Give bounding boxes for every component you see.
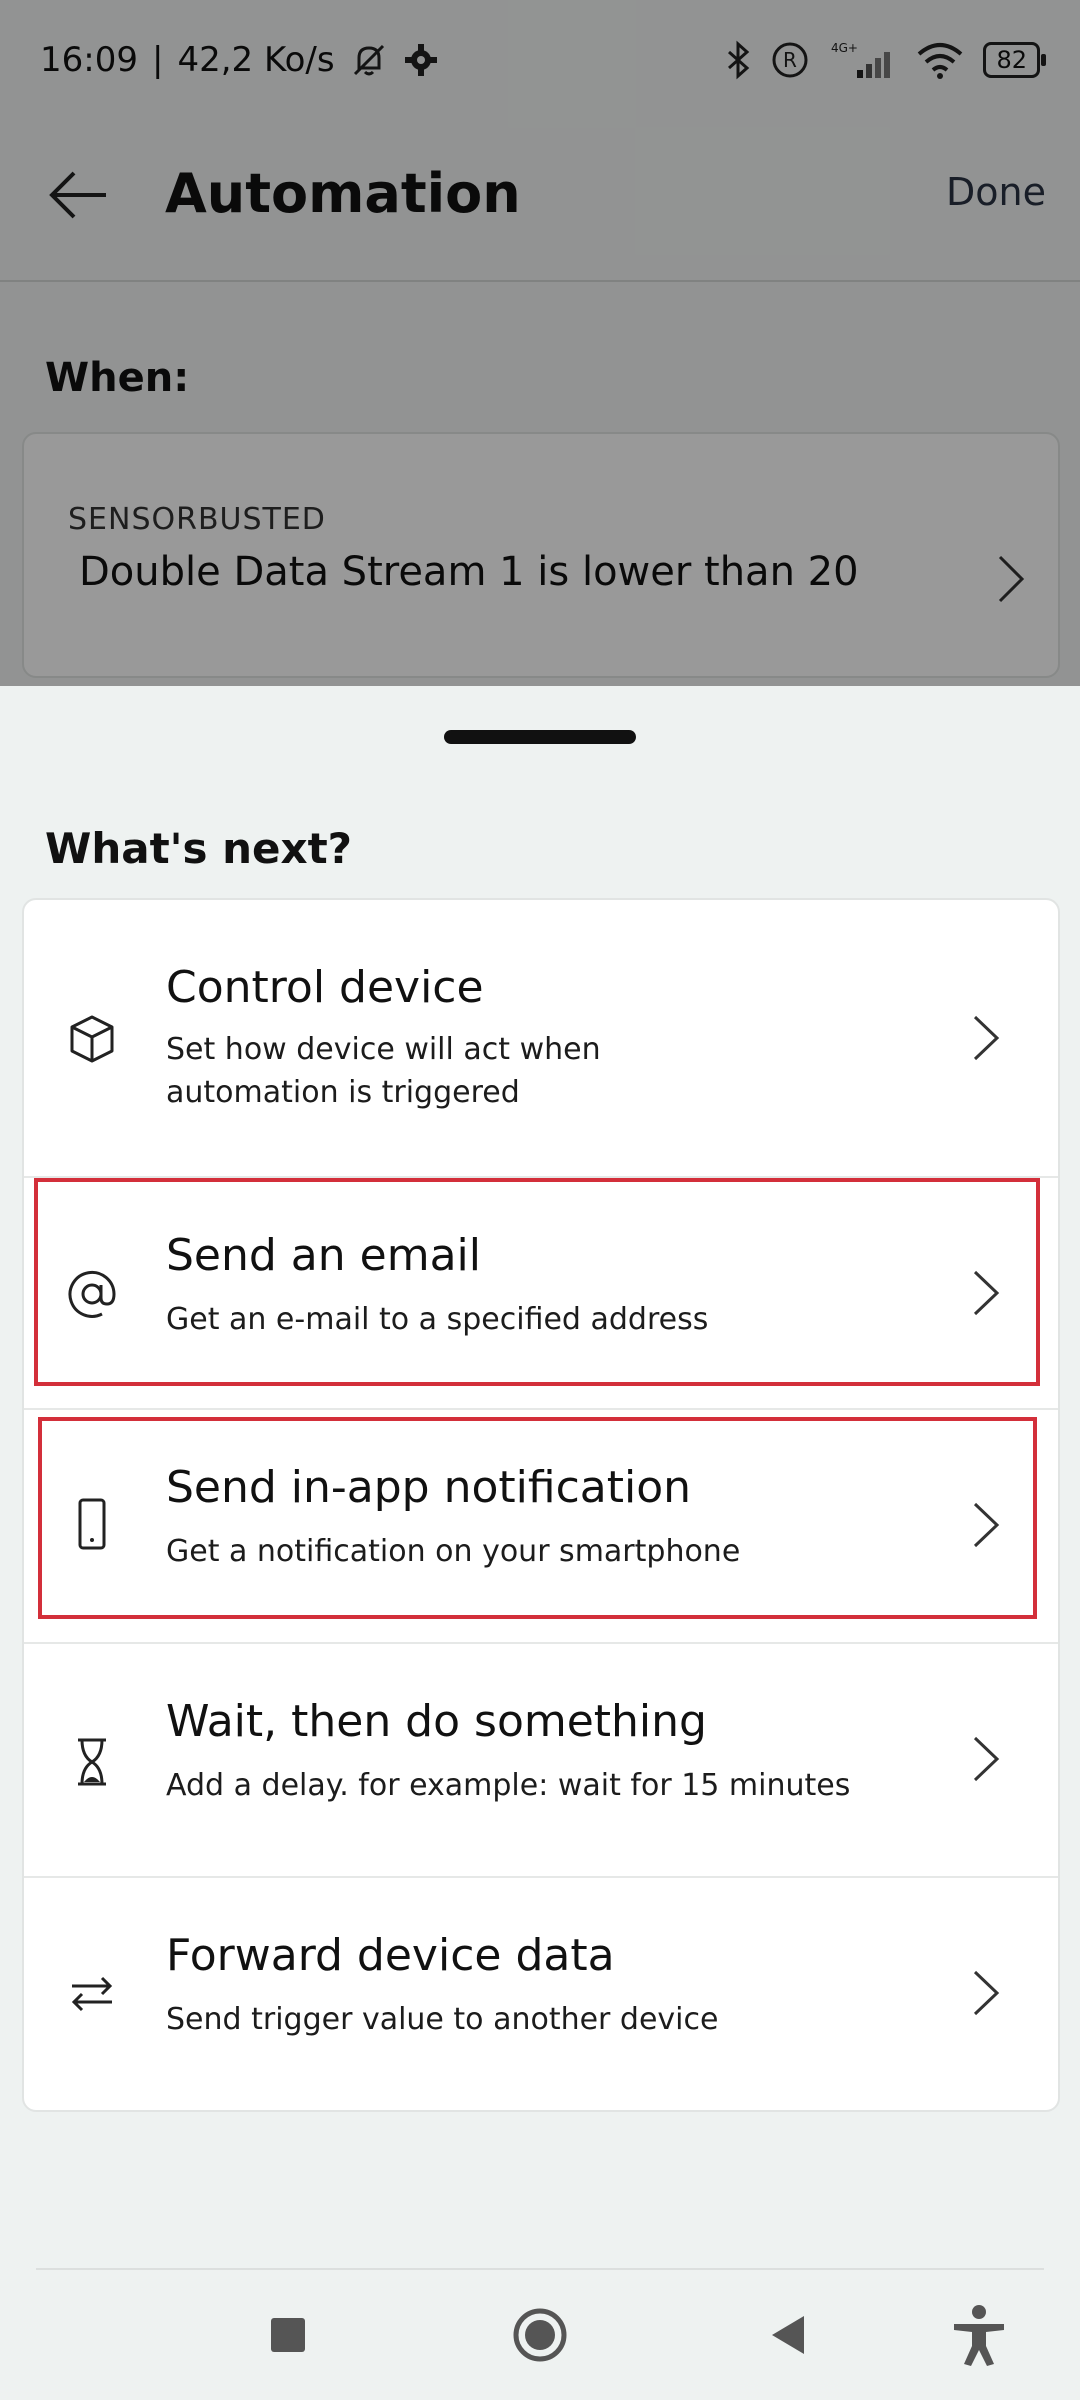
option-forward-data[interactable]: Forward device data Send trigger value t… (24, 1876, 1058, 2110)
swap-arrows-icon (71, 1976, 113, 2012)
back-triangle-icon[interactable] (754, 2300, 824, 2370)
modal-scrim[interactable] (0, 0, 1080, 686)
option-wait[interactable]: Wait, then do something Add a delay. for… (24, 1642, 1058, 1878)
chevron-right-icon (973, 1015, 1000, 1061)
option-title: Control device (166, 962, 484, 1013)
option-description: Send trigger value to another device (166, 2002, 719, 2037)
home-circle-icon[interactable] (505, 2300, 575, 2370)
recents-square-icon[interactable] (253, 2300, 323, 2370)
option-control-device[interactable]: Control device Set how device will act w… (24, 900, 1058, 1176)
option-description: Set how device will act when automation … (166, 1032, 601, 1110)
bottom-sheet: What's next? Control device Set how devi… (0, 686, 1080, 2400)
sheet-title: What's next? (45, 824, 353, 873)
accessibility-icon[interactable] (944, 2300, 1014, 2370)
chevron-right-icon (973, 1736, 1000, 1782)
highlight-send-notification (38, 1417, 1037, 1619)
cube-icon (70, 1015, 114, 1063)
sheet-drag-handle[interactable] (444, 730, 636, 744)
nav-divider (36, 2268, 1044, 2270)
option-description: Add a delay. for example: wait for 15 mi… (166, 1768, 851, 1803)
chevron-right-icon (973, 1970, 1000, 2016)
hourglass-icon (78, 1738, 106, 1786)
option-title: Wait, then do something (166, 1696, 707, 1747)
highlight-send-email (34, 1178, 1040, 1386)
option-title: Forward device data (166, 1930, 615, 1981)
